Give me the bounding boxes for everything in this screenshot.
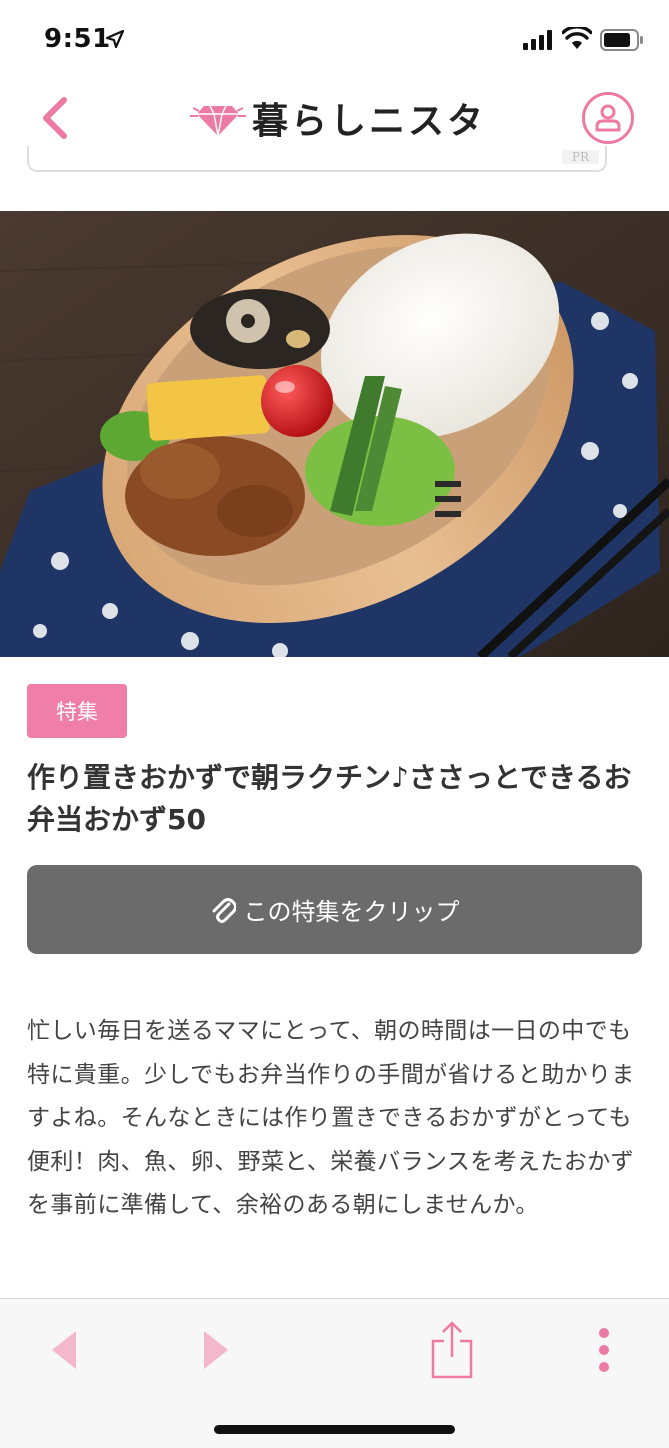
feature-tag[interactable]: 特集: [27, 684, 127, 738]
hero-image: [0, 211, 669, 657]
ad-banner[interactable]: PR: [27, 146, 607, 172]
share-icon[interactable]: [430, 1321, 474, 1379]
signal-icon: [523, 30, 552, 50]
ad-pr-label: PR: [561, 150, 599, 164]
back-chevron-icon[interactable]: [38, 94, 72, 142]
clip-feature-button[interactable]: この特集をクリップ: [27, 865, 642, 954]
user-icon: [595, 104, 621, 132]
battery-icon: [600, 29, 643, 51]
status-bar: 9:51: [0, 0, 669, 80]
more-icon[interactable]: [596, 1327, 612, 1373]
location-arrow-icon: [106, 30, 124, 48]
forward-arrow-icon[interactable]: [204, 1331, 228, 1369]
clip-feature-label: この特集をクリップ: [243, 898, 460, 926]
home-indicator: [214, 1425, 455, 1434]
status-time: 9:51: [44, 24, 111, 54]
article-title: 作り置きおかずで朝ラクチン♪ささっとできるお弁当おかず50: [27, 761, 632, 836]
logo[interactable]: 暮らしニスタ: [190, 92, 486, 144]
article-body: 忙しい毎日を送るママにとって、朝の時間は一日の中でも特に貴重。少しでもお弁当作り…: [27, 1018, 635, 1218]
wifi-icon: [562, 27, 592, 49]
browser-toolbar: [0, 1298, 669, 1448]
paperclip-icon: [212, 897, 236, 923]
user-account-button[interactable]: [582, 92, 634, 144]
logo-text: 暮らしニスタ: [252, 101, 487, 142]
back-arrow-icon[interactable]: [52, 1331, 76, 1369]
diamond-logo-icon: [190, 105, 246, 137]
